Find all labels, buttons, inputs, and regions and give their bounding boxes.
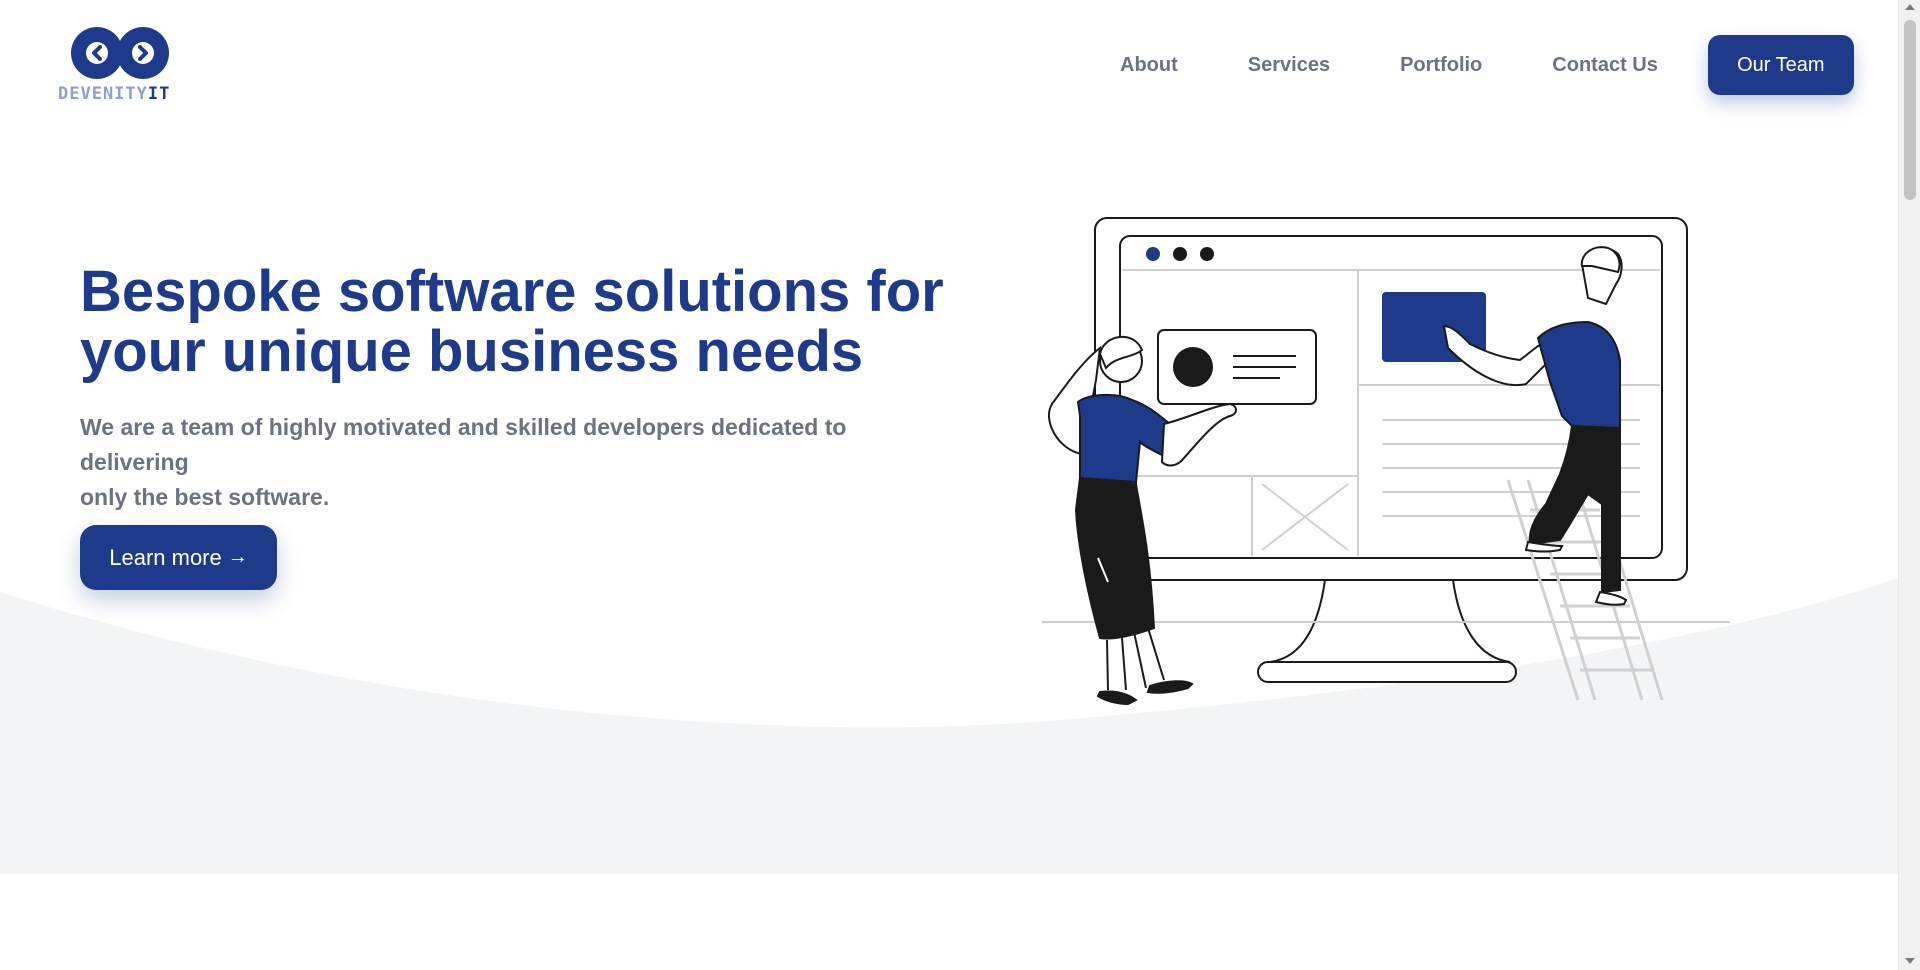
nav-link-services[interactable]: Services	[1248, 54, 1330, 77]
hero-subtitle-line2: only the best software.	[80, 484, 330, 510]
hero-title: Bespoke software solutions for your uniq…	[80, 262, 960, 382]
learn-more-label: Learn more	[109, 544, 222, 570]
page: DEVENITYIT About Services Portfolio Cont…	[0, 0, 1898, 970]
profile-card	[1157, 329, 1317, 405]
logo-text-part1: DEVENITY	[58, 84, 148, 104]
hero-title-line1: Bespoke software solutions for	[80, 259, 944, 324]
scroll-down-arrow-icon[interactable]	[1905, 958, 1915, 964]
logo-wordmark: DEVENITYIT	[58, 84, 170, 104]
scroll-up-arrow-icon[interactable]	[1905, 4, 1915, 10]
learn-more-button[interactable]: Learn more →	[80, 525, 277, 590]
arrow-right-icon: →	[227, 546, 248, 568]
hero-subtitle-line1: We are a team of highly motivated and sk…	[80, 414, 847, 475]
logo-text-part2: IT	[147, 84, 171, 104]
nav-link-contact-us[interactable]: Contact Us	[1552, 54, 1658, 77]
scroll-thumb[interactable]	[1904, 20, 1916, 200]
next-section	[0, 874, 1898, 970]
team-building-website-illustration	[1042, 217, 1730, 706]
logo[interactable]: DEVENITYIT	[58, 26, 182, 110]
browser-dots	[1146, 247, 1214, 261]
main-nav: About Services Portfolio Contact Us Our …	[1120, 35, 1854, 95]
nav-link-about[interactable]: About	[1120, 54, 1178, 77]
infinity-arrows-logo-icon	[71, 27, 169, 79]
our-team-button[interactable]: Our Team	[1707, 35, 1854, 95]
hero-title-line2: your unique business needs	[80, 319, 864, 384]
hero-subtitle: We are a team of highly motivated and sk…	[80, 410, 960, 515]
nav-link-portfolio[interactable]: Portfolio	[1400, 54, 1482, 77]
page-scrollbar[interactable]	[1898, 0, 1920, 970]
